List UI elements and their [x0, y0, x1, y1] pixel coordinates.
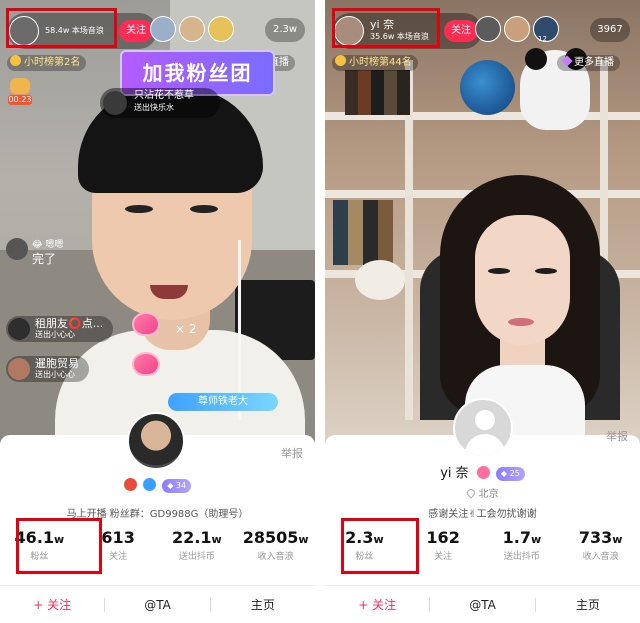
highlight-box [16, 518, 102, 574]
avatar-placeholder-icon [465, 434, 505, 456]
viewer-avatar[interactable] [504, 16, 530, 42]
highlight-box [332, 8, 440, 48]
location: 北京 [325, 485, 640, 500]
level-badge: ◆ 25 [495, 467, 525, 481]
follow-button[interactable]: 关注 [444, 20, 478, 42]
profile-name-row: yi 奈 ◆ 25 [325, 462, 640, 481]
stat-sound-wave[interactable]: 733w 收入音浪 [561, 528, 640, 564]
profile-avatar[interactable] [127, 412, 185, 470]
profile-name: yi 奈 [440, 466, 469, 481]
highlight-box [341, 518, 419, 574]
follow-action[interactable]: + 关注 [325, 586, 429, 623]
globe-decoration [460, 60, 515, 115]
panda-ear [525, 48, 547, 70]
chat-message: 😂 嗯嗯 完了 [6, 238, 63, 266]
left-live-room: 58.4w 本场音浪 关注 2.3w 小时榜第2名 更多直播 00:23 加我粉… [0, 0, 315, 623]
right-live-room: yi 奈 35.6w 本场音浪 关注 12 3967 小时榜第44名 更多直播 … [325, 0, 640, 623]
profile-avatar[interactable] [453, 398, 513, 458]
gender-icon [476, 466, 490, 479]
homepage-action[interactable]: 主页 [536, 586, 640, 623]
chat-avatar [6, 238, 28, 260]
mention-action[interactable]: @TA [105, 586, 209, 623]
stat-sound-wave[interactable]: 28505w 收入音浪 [236, 528, 315, 564]
gift-multiplier: × 2 [175, 322, 197, 336]
honor-badge: 尊师铁老大 [168, 393, 278, 411]
hourly-rank-badge[interactable]: 小时榜第2名 [7, 55, 87, 71]
report-button[interactable]: 举报 [606, 428, 628, 444]
streamer-eye [488, 268, 510, 274]
chat-avatar [8, 318, 30, 340]
lamp [355, 260, 405, 300]
heart-gift-icon [132, 352, 160, 376]
streamer-eye [190, 205, 218, 213]
viewer-count[interactable]: 3967 [590, 18, 630, 42]
hourly-rank-badge[interactable]: 小时榜第44名 [332, 55, 418, 71]
action-bar: + 关注 @TA 主页 [325, 585, 640, 623]
viewer-avatar[interactable]: 12 [533, 16, 559, 43]
streamer-lips [508, 318, 534, 326]
top-viewers[interactable] [150, 16, 237, 42]
more-live-button[interactable]: 更多直播 [557, 55, 620, 71]
action-bar: + 关注 @TA 主页 [0, 585, 315, 623]
red-packet-timer[interactable]: 00:23 [8, 78, 32, 105]
streamer-eye [125, 205, 153, 213]
gem-icon [561, 55, 573, 67]
heart-gift-icon [132, 312, 160, 336]
gift-notice: 只沾花不惹草 送出快乐水 [100, 88, 220, 118]
gift-chat-item[interactable]: 暹胞贸易 送出小心心 [6, 356, 89, 382]
crown-icon [10, 55, 21, 66]
viewer-avatar[interactable] [208, 16, 234, 42]
top-viewers[interactable]: 12 [475, 16, 562, 43]
red-packet-icon [10, 78, 30, 94]
viewer-avatar[interactable] [475, 16, 501, 42]
gift-chat-item[interactable]: 租朋友⭕点... 送出小心心 [6, 316, 114, 342]
homepage-action[interactable]: 主页 [211, 586, 315, 623]
viewer-avatar[interactable] [179, 16, 205, 42]
books [345, 70, 410, 115]
viewer-avatar[interactable] [150, 16, 176, 42]
books [333, 200, 393, 265]
stat-coins-sent[interactable]: 22.1w 送出抖币 [158, 528, 237, 564]
gifter-avatar [103, 91, 127, 115]
location-pin-icon [464, 487, 477, 499]
crown-icon [335, 55, 346, 66]
watermelon-icon [123, 478, 137, 491]
verified-icon [143, 478, 157, 491]
chat-avatar [8, 358, 30, 380]
level-badge: ◆ 34 [162, 479, 192, 493]
follow-button[interactable]: 关注 [119, 20, 153, 42]
stat-coins-sent[interactable]: 1.7w 送出抖币 [483, 528, 562, 564]
follow-action[interactable]: + 关注 [0, 586, 104, 623]
avatar-placeholder-icon [475, 410, 495, 430]
mention-action[interactable]: @TA [430, 586, 534, 623]
streamer-eye [535, 268, 557, 274]
viewer-count[interactable]: 2.3w [265, 18, 305, 42]
highlight-box [6, 8, 117, 48]
badge-row: ◆ 34 [0, 478, 315, 493]
report-button[interactable]: 举报 [281, 445, 303, 461]
